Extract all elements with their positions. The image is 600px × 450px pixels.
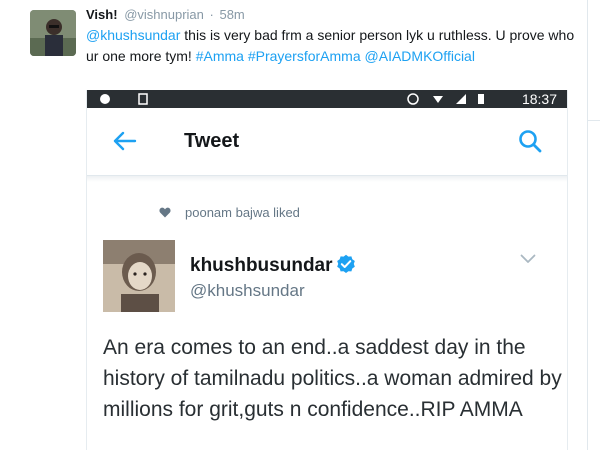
outer-timestamp[interactable]: 58m	[219, 7, 244, 22]
outer-tweet-header: Vish! @vishnuprian · 58m	[86, 7, 245, 22]
embedded-screenshot[interactable]: 18:37 Tweet poonam bajwa liked khushbusu…	[86, 90, 568, 450]
notification-icon	[100, 94, 110, 104]
hashtag-link[interactable]: #PrayersforAmma	[248, 48, 361, 64]
download-icon	[138, 93, 148, 105]
inner-display-name-row: khushbusundar	[190, 254, 356, 277]
mention-link[interactable]: @AIADMKOfficial	[365, 48, 475, 64]
outer-display-name[interactable]: Vish!	[86, 7, 118, 22]
social-context: poonam bajwa liked	[159, 205, 300, 220]
alarm-icon	[407, 93, 419, 105]
wifi-icon	[433, 96, 443, 103]
page-divider-notch	[588, 120, 600, 132]
phone-status-bar: 18:37	[87, 90, 567, 108]
outer-tweet-text: @khushsundar this is very bad frm a seni…	[86, 25, 586, 67]
inner-avatar[interactable]	[103, 240, 175, 312]
app-bar-shadow	[87, 176, 567, 182]
separator: ·	[209, 7, 214, 22]
inner-handle[interactable]: @khushsundar	[190, 281, 305, 301]
battery-icon	[478, 94, 484, 104]
app-bar-title: Tweet	[184, 130, 240, 152]
signal-icon	[456, 94, 466, 104]
liked-by-text[interactable]: poonam bajwa liked	[185, 205, 300, 220]
heart-icon	[159, 207, 171, 218]
outer-handle[interactable]: @vishnuprian	[124, 7, 204, 22]
app-bar: Tweet	[87, 108, 567, 176]
back-arrow-icon[interactable]	[111, 128, 137, 154]
hashtag-link[interactable]: #Amma	[196, 48, 244, 64]
chevron-down-icon[interactable]	[520, 254, 536, 264]
mention-link[interactable]: @khushsundar	[86, 27, 180, 43]
status-time: 18:37	[521, 91, 557, 107]
outer-avatar[interactable]	[30, 10, 76, 56]
search-icon[interactable]	[517, 128, 543, 154]
page-divider	[587, 0, 588, 450]
inner-display-name[interactable]: khushbusundar	[190, 255, 333, 276]
verified-badge-icon	[336, 254, 355, 273]
inner-tweet-text: An era comes to an end..a saddest day in…	[103, 336, 562, 421]
